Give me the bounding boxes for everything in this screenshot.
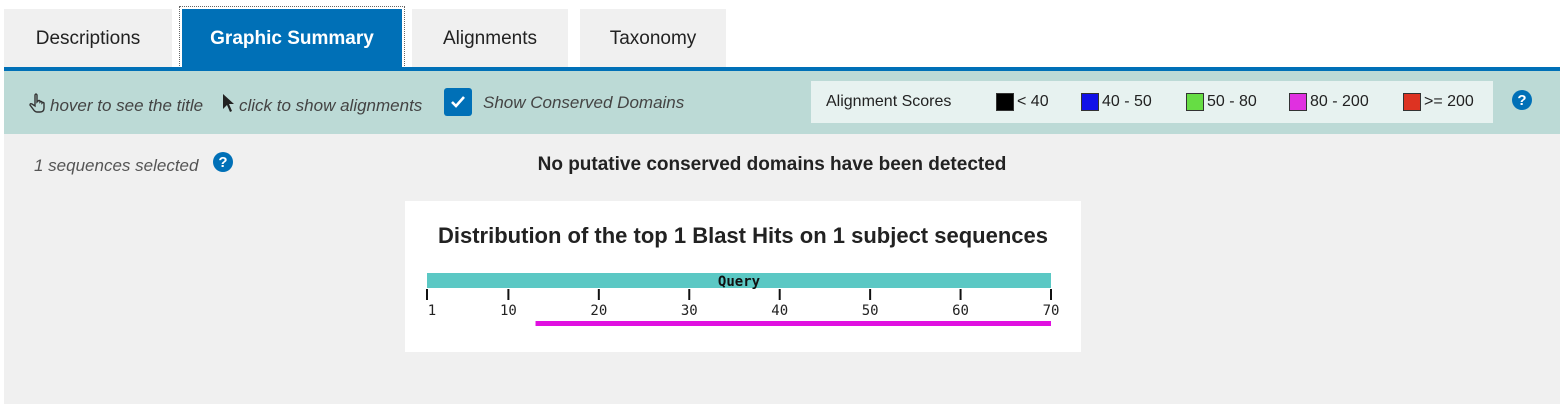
click-hint: click to show alignments bbox=[222, 93, 422, 118]
legend-swatch bbox=[996, 93, 1014, 111]
hover-hint-text: hover to see the title bbox=[50, 95, 204, 115]
tab-taxonomy[interactable]: Taxonomy bbox=[580, 9, 726, 69]
graphic-toolbar: hover to see the title click to show ali… bbox=[4, 71, 1560, 134]
legend-item: 80 - 200 bbox=[1289, 93, 1369, 111]
legend-item: >= 200 bbox=[1403, 93, 1474, 111]
legend-label: 50 - 80 bbox=[1207, 93, 1257, 110]
graphic-summary-panel: 1 sequences selected ? No putative conse… bbox=[4, 134, 1560, 404]
axis-tick-label: 10 bbox=[500, 303, 517, 319]
axis-tick-label: 60 bbox=[952, 303, 969, 319]
legend-label: 80 - 200 bbox=[1310, 93, 1369, 110]
legend-swatch bbox=[1081, 93, 1099, 111]
alignment-score-legend: Alignment Scores < 40 40 - 50 50 - 80 80… bbox=[811, 81, 1493, 123]
legend-item: 50 - 80 bbox=[1186, 93, 1257, 111]
legend-swatch bbox=[1403, 93, 1421, 111]
hand-pointer-icon bbox=[29, 93, 50, 118]
show-conserved-checkbox[interactable] bbox=[444, 88, 472, 116]
hit-bar bbox=[535, 321, 1051, 326]
legend-swatch bbox=[1289, 93, 1307, 111]
legend-item: < 40 bbox=[996, 93, 1049, 111]
query-label: Query bbox=[718, 274, 761, 290]
legend-label: < 40 bbox=[1017, 93, 1049, 110]
legend-title: Alignment Scores bbox=[826, 93, 952, 110]
axis-tick-label: 20 bbox=[590, 303, 607, 319]
legend-label: 40 - 50 bbox=[1102, 93, 1152, 110]
hit-distribution-chart: Query 1 10 20 30 40 50 60 70 bbox=[426, 273, 1060, 326]
tab-alignments[interactable]: Alignments bbox=[412, 9, 568, 69]
cursor-arrow-icon bbox=[222, 93, 239, 118]
axis-tick-label: 40 bbox=[771, 303, 788, 319]
axis-tick-label: 50 bbox=[862, 303, 879, 319]
tab-descriptions[interactable]: Descriptions bbox=[4, 9, 172, 69]
click-hint-text: click to show alignments bbox=[239, 95, 423, 115]
help-icon[interactable]: ? bbox=[1512, 90, 1532, 110]
axis-tick-label: 1 bbox=[428, 303, 436, 319]
hover-hint: hover to see the title bbox=[29, 93, 203, 118]
axis-tick-label: 30 bbox=[681, 303, 698, 319]
tab-bar: Descriptions Graphic Summary Alignments … bbox=[4, 6, 1560, 72]
checkmark-icon bbox=[451, 96, 465, 108]
tab-graphic-summary[interactable]: Graphic Summary bbox=[179, 6, 405, 72]
axis-tick-label: 70 bbox=[1043, 303, 1060, 319]
legend-item: 40 - 50 bbox=[1081, 93, 1152, 111]
legend-swatch bbox=[1186, 93, 1204, 111]
no-domains-message: No putative conserved domains have been … bbox=[537, 154, 1007, 175]
legend-label: >= 200 bbox=[1424, 93, 1474, 110]
blast-hits-graphic: Distribution of the top 1 Blast Hits on … bbox=[405, 201, 1081, 352]
show-conserved-label[interactable]: Show Conserved Domains bbox=[483, 93, 684, 113]
